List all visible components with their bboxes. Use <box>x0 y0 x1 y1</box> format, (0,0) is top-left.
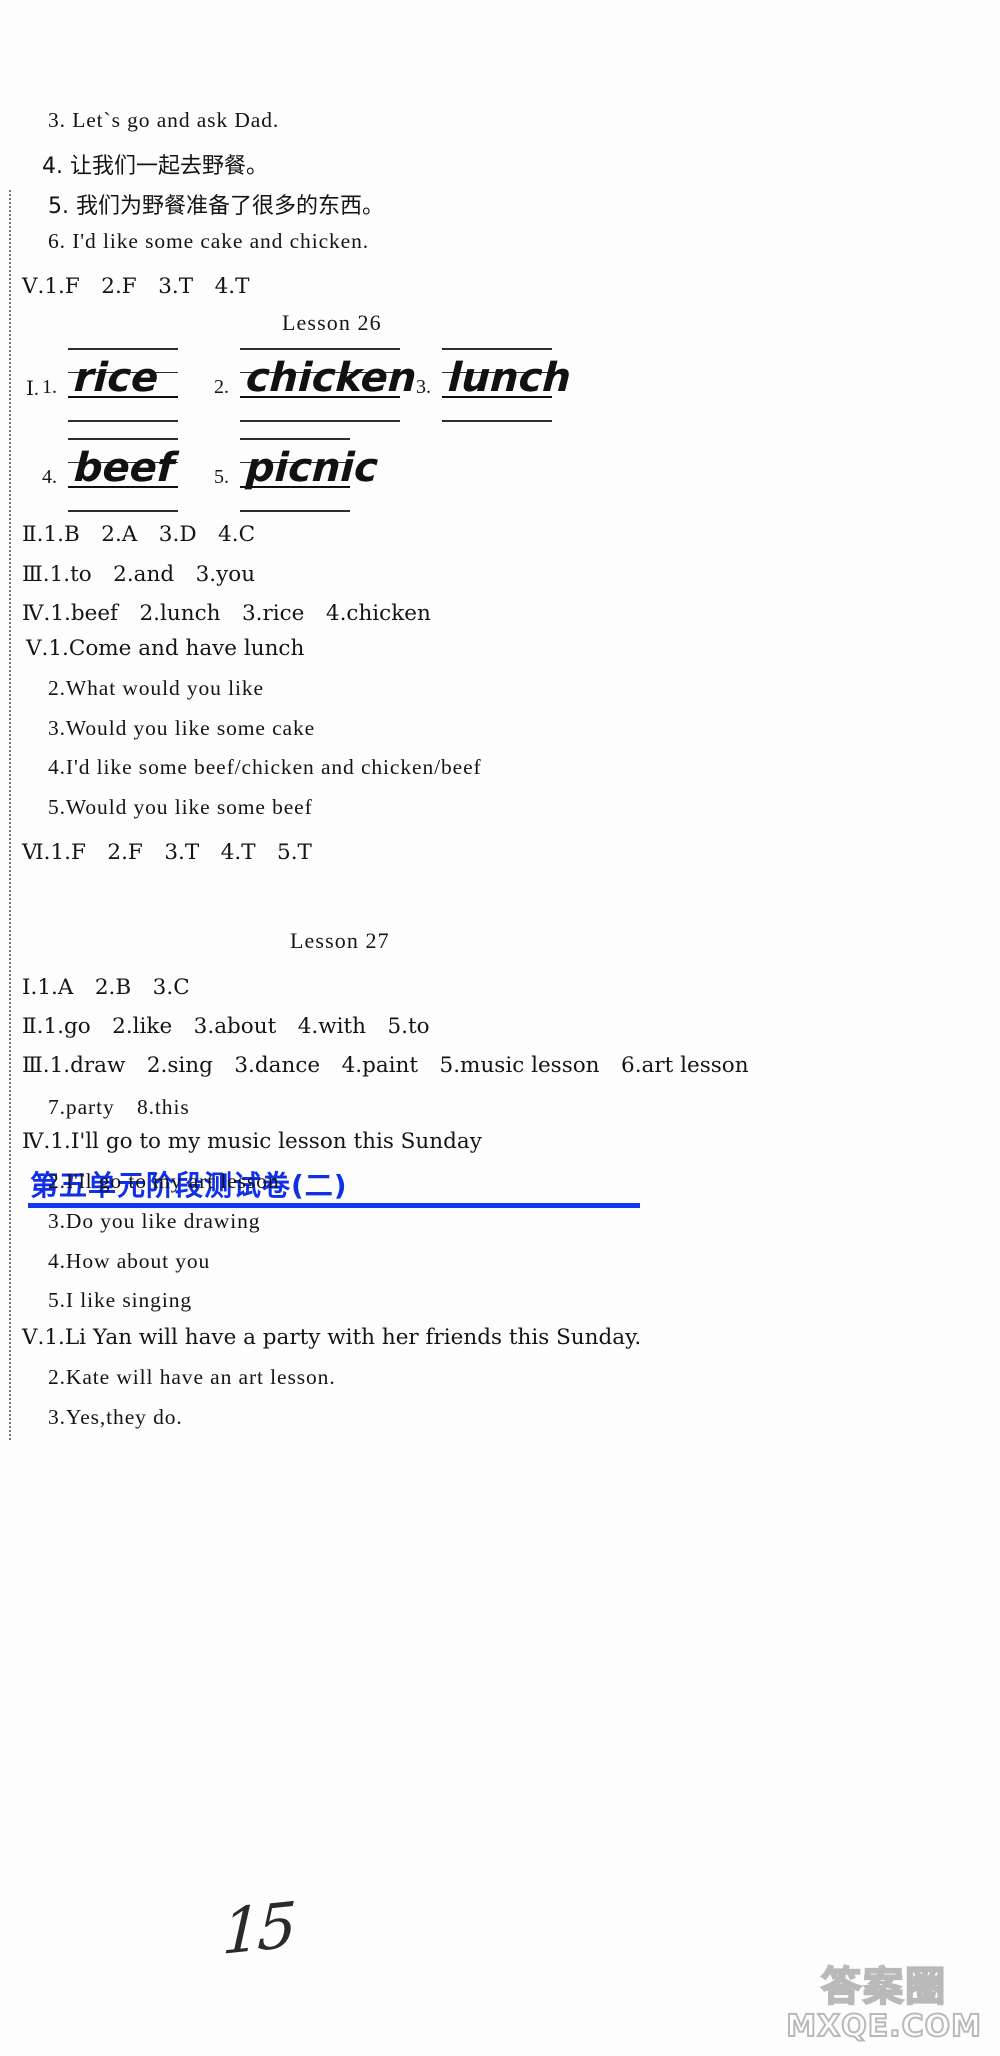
lesson26-answer-5-5: 5.Would you like some beef <box>48 795 313 819</box>
lesson27-answer-4-2: 2.I'll go to my art lesson <box>48 1169 280 1193</box>
handwritten-word-beef: beef <box>72 445 176 491</box>
lesson26-answer-5-4: 4.I'd like some beef/chicken and chicken… <box>48 755 482 779</box>
handwriting-slot-1: 1. rice <box>42 348 178 422</box>
lesson26-answer-5-3: 3.Would you like some cake <box>48 716 316 740</box>
page-number: 15 <box>220 1887 294 1970</box>
answer-line-3: 3. Let`s go and ask Dad. <box>48 108 280 132</box>
handwriting-slot-5: 5. picnic <box>214 438 379 512</box>
lesson27-answer-3-a: Ⅲ.1.draw 2.sing 3.dance 4.paint 5.music … <box>22 1053 749 1078</box>
handwriting-slot-2: 2. chicken <box>214 348 418 422</box>
lesson27-answer-4-1: Ⅳ.1.I'll go to my music lesson this Sund… <box>22 1129 482 1154</box>
binding-dotted-rule <box>9 190 11 1440</box>
lesson27-answer-4-4: 4.How about you <box>48 1249 211 1273</box>
handwriting-slot-4: 4. beef <box>42 438 178 512</box>
handwritten-word-rice: rice <box>72 355 160 401</box>
lesson26-answer-2: Ⅱ.1.B 2.A 3.D 4.C <box>22 522 256 547</box>
lesson27-answer-4-3: 3.Do you like drawing <box>48 1209 261 1233</box>
lesson27-answer-2: Ⅱ.1.go 2.like 3.about 4.with 5.to <box>22 1014 430 1039</box>
unit-test-underline <box>28 1203 640 1208</box>
handwriting-index-1: 1. <box>42 376 57 398</box>
lesson27-answer-5-3: 3.Yes,they do. <box>48 1405 183 1429</box>
answer-line-5: 5. 我们为野餐准备了很多的东西。 <box>48 194 384 219</box>
watermark-en-text: MXQE.COM <box>785 2009 982 2045</box>
handwriting-index-3: 3. <box>416 376 431 398</box>
lesson27-answer-5-2: 2.Kate will have an art lesson. <box>48 1365 336 1389</box>
answer-line-5-roman: Ⅴ.1.F 2.F 3.T 4.T <box>22 274 250 299</box>
handwriting-index-4: 4. <box>42 466 57 488</box>
answer-line-4: 4. 让我们一起去野餐。 <box>42 154 268 179</box>
section-1-label: Ⅰ. <box>26 378 39 400</box>
lesson27-answer-3-b: 7.party 8.this <box>48 1095 190 1119</box>
lesson27-answer-1: Ⅰ.1.A 2.B 3.C <box>22 975 190 1000</box>
lesson26-answer-5-1: Ⅴ.1.Come and have lunch <box>26 636 305 661</box>
lesson26-answer-6: Ⅵ.1.F 2.F 3.T 4.T 5.T <box>22 840 312 865</box>
lesson26-answer-5-2: 2.What would you like <box>48 676 264 700</box>
answer-key-page: 3. Let`s go and ask Dad. 4. 让我们一起去野餐。 5.… <box>0 0 1000 2056</box>
answer-line-6: 6. I'd like some cake and chicken. <box>48 229 370 253</box>
handwritten-word-lunch: lunch <box>446 355 573 401</box>
lesson26-answer-4: Ⅳ.1.beef 2.lunch 3.rice 4.chicken <box>22 601 431 626</box>
lesson-27-heading: Lesson 27 <box>290 928 390 953</box>
handwritten-word-chicken: chicken <box>244 355 418 401</box>
handwritten-word-picnic: picnic <box>244 445 380 491</box>
lesson26-answer-3: Ⅲ.1.to 2.and 3.you <box>22 562 256 587</box>
watermark-cn-text: 答案圈 <box>820 1963 948 2011</box>
handwriting-index-5: 5. <box>214 466 229 488</box>
watermark: 答案圈 MXQE.COM <box>785 1963 982 2045</box>
lesson-26-heading: Lesson 26 <box>282 310 382 335</box>
lesson27-answer-4-5: 5.I like singing <box>48 1288 192 1312</box>
handwriting-slot-3: 3. lunch <box>416 348 572 422</box>
handwriting-index-2: 2. <box>214 376 229 398</box>
lesson27-answer-5-1: Ⅴ.1.Li Yan will have a party with her fr… <box>22 1325 642 1350</box>
